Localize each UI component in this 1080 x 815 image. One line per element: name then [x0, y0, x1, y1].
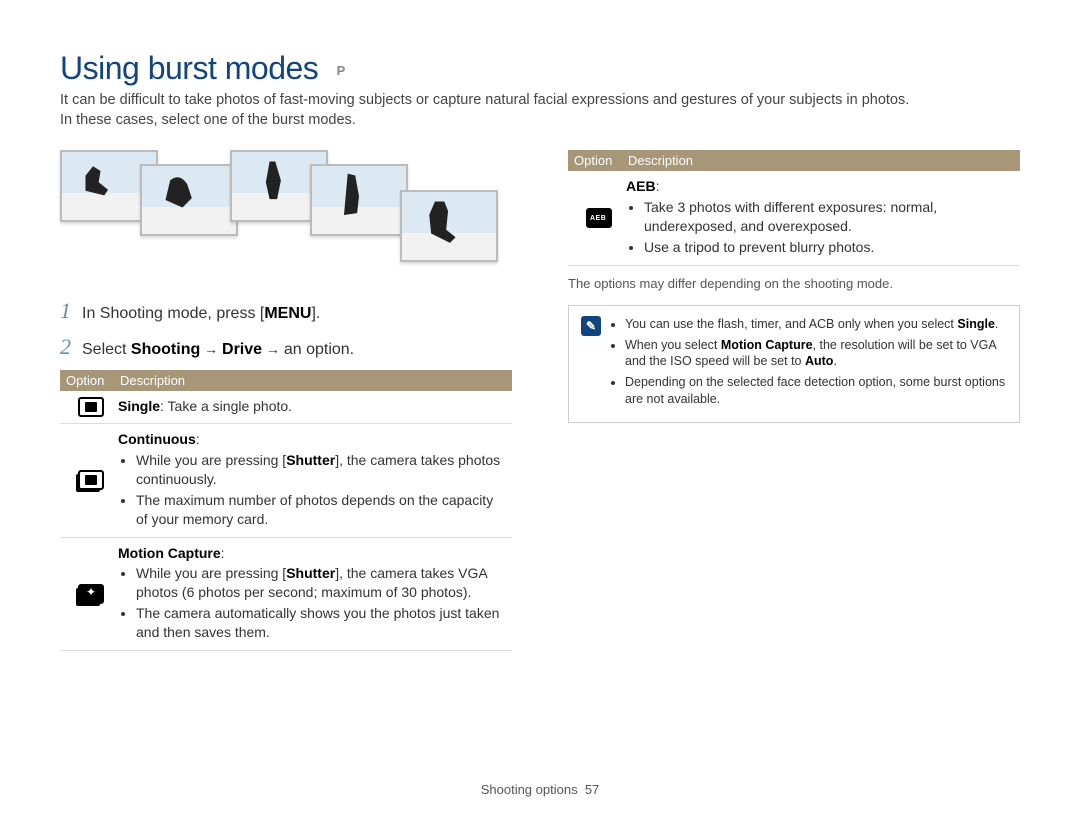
sample-photo-2 [140, 164, 238, 236]
single-icon [64, 397, 118, 417]
aeb-icon [572, 177, 626, 259]
right-column: Option Description AEB: Take 3 photos wi… [568, 150, 1020, 651]
list-item: Use a tripod to prevent blurry photos. [644, 238, 1016, 257]
col-option: Option [574, 153, 628, 168]
col-option: Option [66, 373, 120, 388]
motion-capture-icon [64, 544, 118, 644]
intro-line-2: In these cases, select one of the burst … [60, 111, 1020, 131]
option-row-continuous: Continuous: While you are pressing [Shut… [60, 424, 512, 537]
list-item: Depending on the selected face detection… [625, 374, 1007, 408]
title-text: Using burst modes [60, 50, 318, 86]
page-footer: Shooting options 57 [0, 782, 1080, 797]
motion-capture-desc: Motion Capture: While you are pressing [… [118, 544, 508, 644]
options-table-right: Option Description AEB: Take 3 photos wi… [568, 150, 1020, 266]
info-body: You can use the flash, timer, and ACB on… [609, 316, 1007, 412]
note-icon: ✎ [581, 316, 609, 412]
steps-list: 1 In Shooting mode, press [MENU]. 2 Sele… [60, 298, 512, 360]
continuous-desc: Continuous: While you are pressing [Shut… [118, 430, 508, 530]
col-description: Description [628, 153, 1014, 168]
list-item: You can use the flash, timer, and ACB on… [625, 316, 1007, 333]
sample-photo-4 [310, 164, 408, 236]
sample-photo-strip [60, 150, 512, 280]
table-header: Option Description [568, 150, 1020, 171]
list-item: While you are pressing [Shutter], the ca… [136, 564, 508, 602]
option-row-aeb: AEB: Take 3 photos with different exposu… [568, 171, 1020, 266]
footnote-text: The options may differ depending on the … [568, 276, 1020, 291]
table-header: Option Description [60, 370, 512, 391]
aeb-desc: AEB: Take 3 photos with different exposu… [626, 177, 1016, 259]
step-number: 1 [60, 298, 82, 324]
footer-section: Shooting options [481, 782, 578, 797]
option-row-motion-capture: Motion Capture: While you are pressing [… [60, 538, 512, 651]
list-item: The maximum number of photos depends on … [136, 491, 508, 529]
col-description: Description [120, 373, 506, 388]
list-item: The camera automatically shows you the p… [136, 604, 508, 642]
list-item: Take 3 photos with different exposures: … [644, 198, 1016, 236]
left-column: 1 In Shooting mode, press [MENU]. 2 Sele… [60, 150, 512, 651]
mode-tag: P [337, 63, 345, 78]
column-wrap: 1 In Shooting mode, press [MENU]. 2 Sele… [60, 150, 1020, 651]
intro-text: It can be difficult to take photos of fa… [60, 91, 1020, 130]
step-number: 2 [60, 334, 82, 360]
single-desc: Single: Take a single photo. [118, 397, 508, 417]
intro-line-1: It can be difficult to take photos of fa… [60, 91, 1020, 111]
continuous-icon [64, 430, 118, 530]
info-box: ✎ You can use the flash, timer, and ACB … [568, 305, 1020, 423]
list-item: When you select Motion Capture, the reso… [625, 337, 1007, 371]
step-text: In Shooting mode, press [MENU]. [82, 305, 320, 323]
sample-photo-5 [400, 190, 498, 262]
options-table-left: Option Description Single: Take a single… [60, 370, 512, 651]
page-title: Using burst modes P [60, 50, 1020, 87]
footer-page: 57 [585, 782, 599, 797]
list-item: While you are pressing [Shutter], the ca… [136, 451, 508, 489]
option-row-single: Single: Take a single photo. [60, 391, 512, 424]
step-2: 2 Select Shooting → Drive → an option. [60, 334, 512, 360]
step-1: 1 In Shooting mode, press [MENU]. [60, 298, 512, 324]
step-text: Select Shooting → Drive → an option. [82, 341, 354, 359]
